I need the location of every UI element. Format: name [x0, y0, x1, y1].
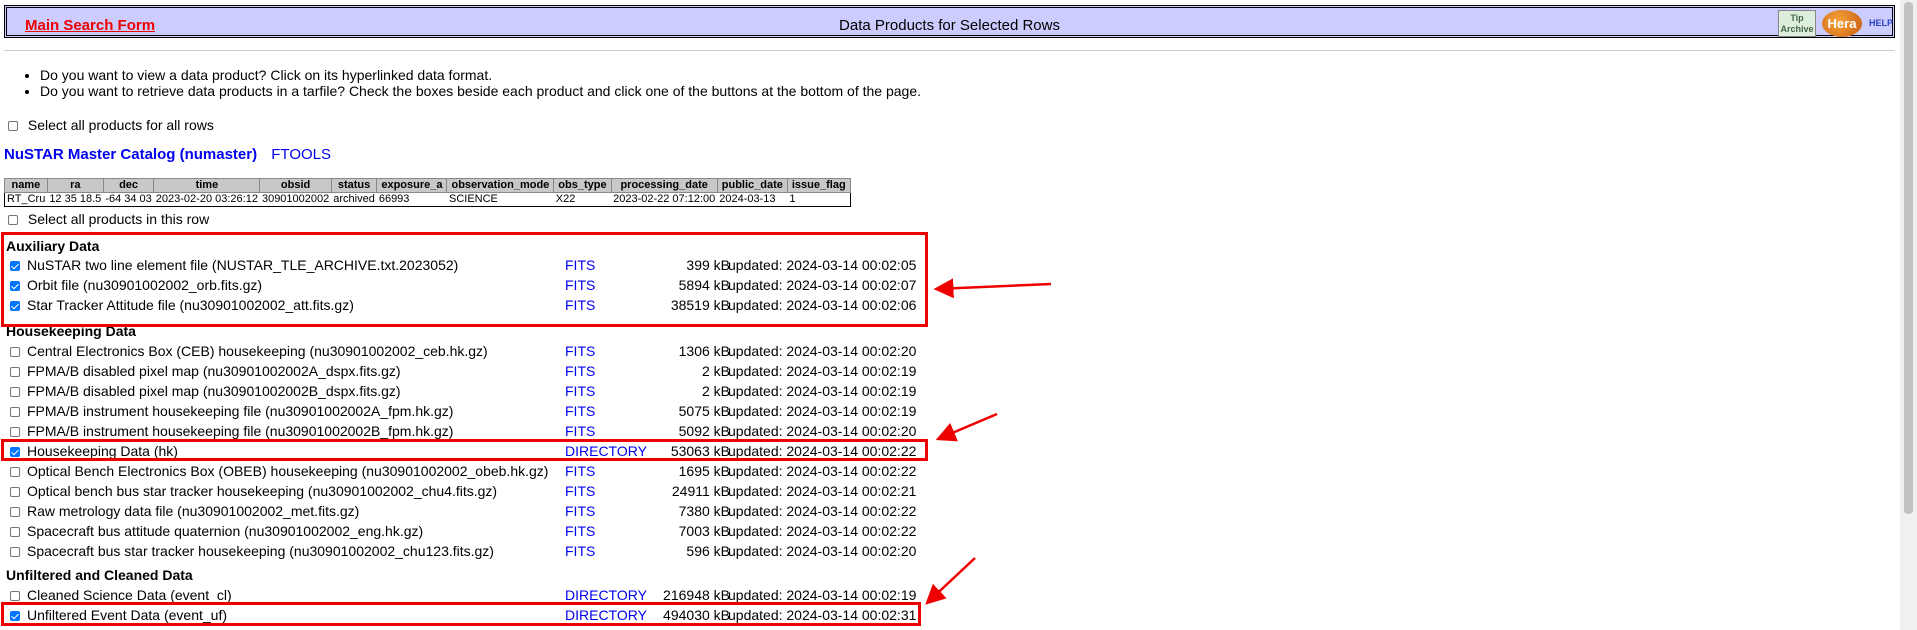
annotation-arrows [925, 278, 1052, 605]
annotation-arrow [925, 557, 976, 605]
annotation-arrow [935, 412, 998, 442]
annotation-arrow [933, 278, 1052, 299]
